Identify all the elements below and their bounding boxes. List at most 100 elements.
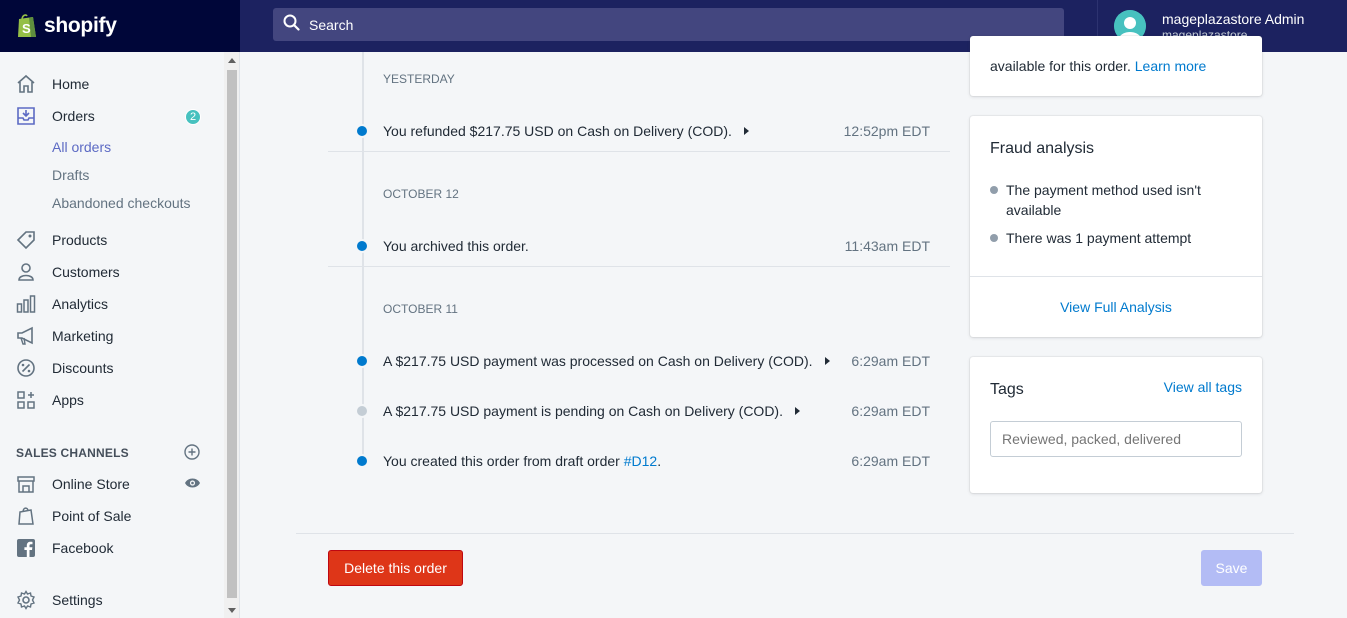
sidebar-subitem-all-orders[interactable]: All orders — [52, 139, 111, 155]
eye-icon[interactable] — [184, 476, 201, 495]
event-dot-pending — [355, 404, 369, 418]
timeline-event: You archived this order. 11:43am EDT — [355, 236, 935, 256]
sidebar-item-label: Online Store — [52, 476, 130, 492]
sidebar-item-home[interactable]: Home — [0, 70, 224, 98]
sidebar-item-point-of-sale[interactable]: Point of Sale — [0, 502, 224, 530]
timeline-event[interactable]: You refunded $217.75 USD on Cash on Deli… — [355, 121, 935, 141]
tag-icon — [16, 230, 36, 250]
brand-name: shopify — [44, 14, 117, 37]
orders-icon — [16, 106, 36, 126]
search-placeholder: Search — [309, 16, 354, 33]
sidebar-item-label: Point of Sale — [52, 508, 132, 524]
event-text-suffix: . — [657, 453, 662, 469]
event-dot — [355, 239, 369, 253]
sidebar-item-label: Customers — [52, 264, 120, 280]
caret-right-icon[interactable] — [743, 127, 749, 135]
search-input[interactable]: Search — [273, 8, 1064, 41]
person-icon — [16, 262, 36, 282]
sidebar-item-label: Facebook — [52, 540, 114, 556]
event-dot — [355, 454, 369, 468]
view-all-tags-link[interactable]: View all tags — [1164, 379, 1242, 395]
tags-card: Tags View all tags — [970, 357, 1262, 493]
fraud-indicator-text: The payment method used isn't — [1006, 182, 1201, 198]
event-dot — [355, 124, 369, 138]
bullet-icon — [990, 186, 998, 194]
sidebar-subitem-abandoned-checkouts[interactable]: Abandoned checkouts — [52, 195, 191, 211]
fraud-indicator: The payment method used isn't available — [990, 180, 1240, 220]
sidebar-item-customers[interactable]: Customers — [0, 258, 224, 286]
sidebar-item-settings[interactable]: Settings — [0, 586, 224, 614]
event-text: You created this order from draft order … — [383, 453, 661, 469]
card-partial-text: available for this order. — [990, 58, 1131, 74]
sidebar-item-label: Discounts — [52, 360, 114, 376]
timeline-divider — [328, 151, 950, 152]
sidebar-item-marketing[interactable]: Marketing — [0, 322, 224, 350]
event-text: You archived this order. — [383, 238, 529, 254]
sidebar-item-label: Home — [52, 76, 90, 92]
sidebar-item-label: Orders — [52, 108, 95, 124]
fraud-analysis-card: Fraud analysis The payment method used i… — [970, 116, 1262, 337]
add-channel-icon[interactable] — [184, 444, 200, 465]
view-full-analysis-link[interactable]: View Full Analysis — [970, 299, 1262, 315]
tags-card-title: Tags — [990, 381, 1024, 398]
timeline-event[interactable]: A $217.75 USD payment is pending on Cash… — [355, 401, 935, 421]
sidebar: Home Orders 2 All orders Drafts Abandone… — [0, 52, 224, 618]
scroll-down-arrow-icon[interactable] — [228, 608, 236, 613]
fraud-indicator: There was 1 payment attempt — [990, 228, 1240, 248]
sidebar-item-orders[interactable]: Orders 2 — [0, 102, 224, 130]
shopify-bag-icon: S — [16, 13, 38, 39]
event-time: 6:29am EDT — [851, 403, 930, 419]
sidebar-item-label: Analytics — [52, 296, 109, 312]
caret-right-icon[interactable] — [824, 357, 830, 365]
sidebar-subitem-drafts[interactable]: Drafts — [52, 167, 89, 183]
timeline-event: You created this order from draft order … — [355, 451, 935, 471]
sidebar-item-online-store[interactable]: Online Store — [0, 470, 224, 498]
footer-divider — [296, 533, 1294, 534]
store-icon — [16, 474, 36, 494]
account-name: mageplazastore Admin — [1162, 10, 1305, 27]
save-button[interactable]: Save — [1201, 550, 1262, 586]
event-time: 11:43am EDT — [844, 238, 930, 254]
timeline-day-label: YESTERDAY — [383, 72, 455, 86]
scrollbar-thumb[interactable] — [227, 70, 237, 598]
timeline-day-label: OCTOBER 12 — [383, 187, 459, 201]
scroll-up-arrow-icon[interactable] — [228, 58, 236, 63]
sidebar-item-label: Apps — [52, 392, 84, 408]
search-icon — [283, 14, 300, 36]
bullet-icon — [990, 234, 998, 242]
event-text: A $217.75 USD payment is pending on Cash… — [383, 403, 783, 419]
pos-bag-icon — [16, 506, 36, 526]
sidebar-item-apps[interactable]: Apps — [0, 386, 224, 414]
home-icon — [16, 74, 36, 94]
apps-icon — [16, 390, 36, 410]
orders-count-badge: 2 — [185, 109, 201, 125]
caret-right-icon[interactable] — [794, 407, 800, 415]
bar-chart-icon — [16, 294, 36, 314]
tags-input[interactable] — [990, 421, 1242, 457]
sales-channels-heading: SALES CHANNELS — [16, 446, 129, 460]
timeline-day-label: OCTOBER 11 — [383, 302, 458, 316]
svg-text:S: S — [22, 21, 31, 36]
fraud-card-title: Fraud analysis — [990, 140, 1095, 157]
event-time: 6:29am EDT — [851, 353, 930, 369]
event-time: 12:52pm EDT — [843, 123, 930, 139]
sidebar-scrollbar[interactable] — [224, 52, 240, 618]
learn-more-link[interactable]: Learn more — [1135, 58, 1207, 74]
event-text: You refunded $217.75 USD on Cash on Deli… — [383, 123, 732, 139]
event-time: 6:29am EDT — [851, 453, 930, 469]
megaphone-icon — [16, 326, 36, 346]
timeline-event[interactable]: A $217.75 USD payment was processed on C… — [355, 351, 935, 371]
gear-icon — [16, 590, 36, 610]
draft-order-link[interactable]: #D12 — [624, 453, 657, 469]
event-text: A $217.75 USD payment was processed on C… — [383, 353, 813, 369]
delete-order-button[interactable]: Delete this order — [328, 550, 463, 586]
sidebar-item-facebook[interactable]: Facebook — [0, 534, 224, 562]
order-info-card: available for this order. Learn more — [970, 36, 1262, 96]
shopify-logo[interactable]: S shopify — [0, 0, 240, 52]
sidebar-item-discounts[interactable]: Discounts — [0, 354, 224, 382]
sidebar-item-analytics[interactable]: Analytics — [0, 290, 224, 318]
sidebar-item-label: Settings — [52, 592, 103, 608]
event-dot — [355, 354, 369, 368]
sidebar-item-products[interactable]: Products — [0, 226, 224, 254]
fraud-indicator-text: available — [1006, 202, 1062, 218]
